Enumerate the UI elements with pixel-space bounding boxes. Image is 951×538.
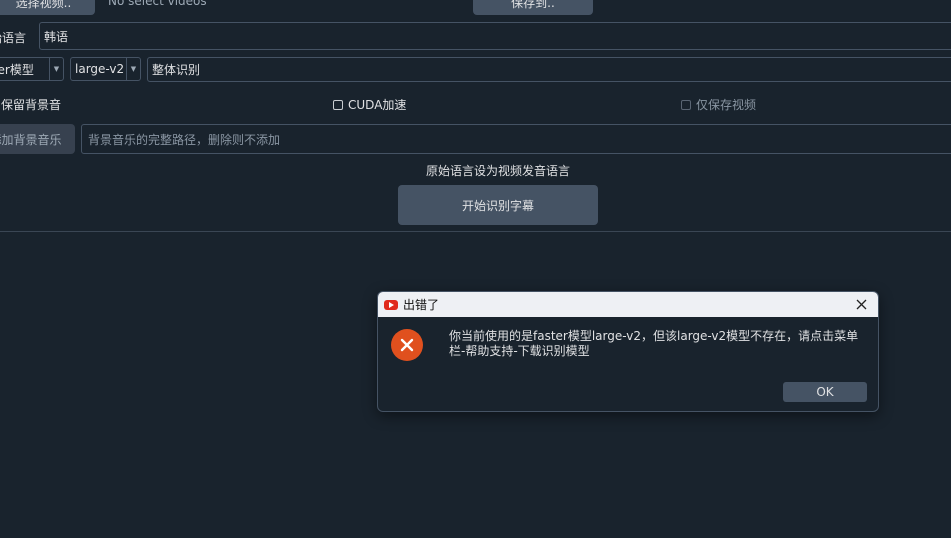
- hint-text: 原始语言设为视频发音语言: [426, 164, 571, 178]
- divider: [0, 231, 951, 232]
- bgm-path-placeholder: 背景音乐的完整路径，删除则不添加: [88, 132, 281, 147]
- model-value: large-v2: [75, 62, 125, 76]
- error-icon: [391, 329, 423, 361]
- model-type-select[interactable]: faster模型 ▼: [0, 57, 64, 81]
- start-recognition-button[interactable]: 开始识别字幕: [398, 185, 598, 225]
- add-bgm-button[interactable]: 添加背景音乐: [0, 124, 75, 154]
- chevron-down-icon: ▼: [49, 58, 63, 80]
- cuda-label: CUDA加速: [348, 98, 407, 112]
- close-icon[interactable]: [853, 296, 869, 312]
- app-window: 选择视频.. No select videos 保存到.. 原始语言 韩语 fa…: [0, 0, 951, 538]
- save-to-label: 保存到..: [511, 0, 555, 10]
- recognition-mode-select[interactable]: 整体识别: [147, 57, 951, 82]
- bgm-path-input[interactable]: 背景音乐的完整路径，删除则不添加: [81, 124, 951, 154]
- cuda-checkbox[interactable]: CUDA加速: [333, 96, 406, 113]
- checkbox-icon: [333, 99, 343, 110]
- model-select[interactable]: large-v2 ▼: [70, 57, 141, 81]
- ok-label: OK: [816, 385, 834, 399]
- source-language-label: 原始语言: [0, 31, 27, 45]
- dialog-titlebar: 出错了: [378, 292, 878, 317]
- model-type-value: faster模型: [0, 62, 34, 77]
- checkbox-icon: [681, 99, 691, 110]
- no-video-text: No select videos: [108, 0, 207, 8]
- source-language-value: 韩语: [44, 29, 69, 44]
- recognition-mode-value: 整体识别: [152, 63, 201, 77]
- dialog-title: 出错了: [403, 298, 440, 312]
- save-video-only-label: 仅保存视频: [696, 98, 757, 112]
- error-message: 你当前使用的是faster模型large-v2，但该large-v2模型不存在，…: [449, 329, 859, 358]
- keep-bgm-label: 保留背景音: [1, 98, 62, 112]
- error-dialog: 出错了 你当前使用的是faster模型large-v2，但该large-v2模型…: [377, 291, 879, 412]
- add-bgm-label: 添加背景音乐: [0, 132, 62, 147]
- keep-bgm-checkbox[interactable]: 保留背景音: [0, 96, 61, 113]
- chevron-down-icon: ▼: [126, 58, 140, 80]
- source-language-select[interactable]: 韩语: [39, 22, 951, 50]
- ok-button[interactable]: OK: [783, 382, 867, 402]
- video-app-icon: [384, 299, 398, 310]
- start-recognition-label: 开始识别字幕: [461, 198, 534, 213]
- save-to-button[interactable]: 保存到..: [473, 0, 593, 15]
- select-video-label: 选择视频..: [15, 0, 72, 10]
- save-video-only-checkbox[interactable]: 仅保存视频: [681, 96, 756, 113]
- select-video-button[interactable]: 选择视频..: [0, 0, 95, 15]
